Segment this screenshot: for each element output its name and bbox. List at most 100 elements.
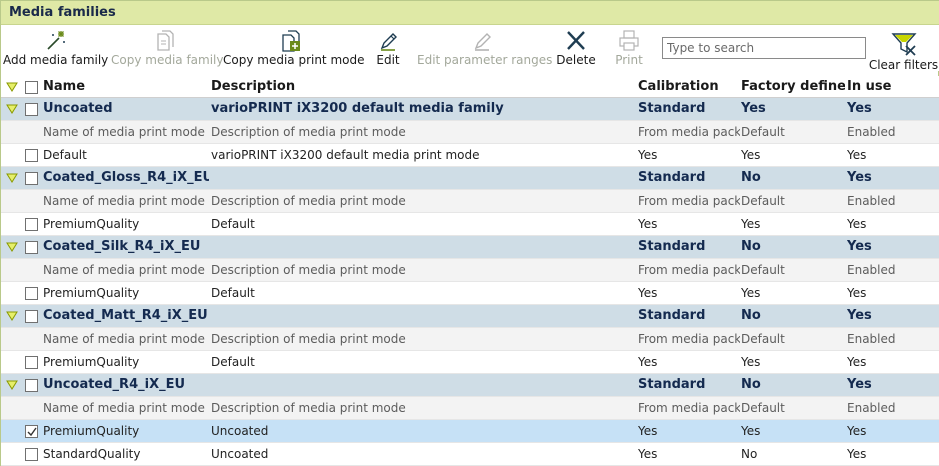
column-header-calibration[interactable]: Calibration xyxy=(638,76,740,98)
print-mode-row[interactable]: PremiumQuality Default Yes Yes Yes xyxy=(1,282,939,305)
family-name: Coated_Silk_R4_iX_EU xyxy=(43,239,201,254)
family-row[interactable]: Uncoated_R4_iX_EU Standard No Yes xyxy=(1,374,939,397)
mode-name: PremiumQuality xyxy=(43,286,140,300)
family-row[interactable]: Coated_Matt_R4_iX_EU Standard No Yes xyxy=(1,305,939,328)
column-header-in-use[interactable]: In use xyxy=(847,76,937,98)
row-checkbox[interactable] xyxy=(25,149,38,162)
row-checkbox[interactable] xyxy=(25,310,38,323)
mode-in-use: Yes xyxy=(847,217,867,231)
mode-description: Default xyxy=(211,355,255,369)
search-input[interactable] xyxy=(662,37,866,59)
print-mode-row[interactable]: StandardQuality Uncoated Yes No Yes xyxy=(1,443,939,466)
print-mode-row[interactable]: PremiumQuality Uncoated Yes Yes Yes xyxy=(1,420,939,443)
subheader-name: Name of media print mode xyxy=(43,401,205,415)
family-in-use: Yes xyxy=(847,239,872,254)
check-icon xyxy=(27,427,37,437)
family-factory-defined: No xyxy=(741,377,761,392)
print-mode-row[interactable]: Default varioPRINT iX3200 default media p… xyxy=(1,144,939,167)
row-checkbox[interactable] xyxy=(25,425,38,438)
subheader-row: Name of media print mode Description of m… xyxy=(1,121,939,144)
mode-factory-defined: Yes xyxy=(741,424,761,438)
family-factory-defined: No xyxy=(741,239,761,254)
mode-in-use: Yes xyxy=(847,286,867,300)
mode-calibration: Yes xyxy=(638,424,658,438)
family-calibration: Standard xyxy=(638,377,706,392)
row-checkbox[interactable] xyxy=(25,218,38,231)
edit-button[interactable]: Edit xyxy=(371,25,405,71)
clear-filters-label: Clear filters xyxy=(868,58,939,72)
subheader-row: Name of media print mode Description of m… xyxy=(1,328,939,351)
mode-factory-defined: Yes xyxy=(741,148,761,162)
family-calibration: Standard xyxy=(638,308,706,323)
family-in-use: Yes xyxy=(847,170,872,185)
mode-in-use: Yes xyxy=(847,447,867,461)
family-calibration: Standard xyxy=(638,239,706,254)
edit-parameter-ranges-label: Edit parameter ranges xyxy=(417,53,553,67)
subheader-row: Name of media print mode Description of m… xyxy=(1,259,939,282)
mode-factory-defined: Yes xyxy=(741,355,761,369)
filter-triangle-icon[interactable] xyxy=(6,172,18,184)
subheader-calibration: From media pack xyxy=(638,263,740,277)
row-checkbox[interactable] xyxy=(25,287,38,300)
mode-description: Uncoated xyxy=(211,424,269,438)
mode-in-use: Yes xyxy=(847,424,867,438)
subheader-in-use: Enabled xyxy=(847,263,896,277)
mode-calibration: Yes xyxy=(638,447,658,461)
subheader-calibration: From media pack xyxy=(638,125,740,139)
title-bar: Media families xyxy=(1,1,939,25)
sparkle-wand-icon xyxy=(47,31,65,50)
select-all-checkbox[interactable] xyxy=(25,81,38,94)
row-checkbox[interactable] xyxy=(25,356,38,369)
family-calibration: Standard xyxy=(638,101,706,116)
printer-icon xyxy=(619,30,639,51)
row-checkbox[interactable] xyxy=(25,172,38,185)
delete-label: Delete xyxy=(556,53,596,67)
row-checkbox[interactable] xyxy=(25,241,38,254)
row-checkbox[interactable] xyxy=(25,448,38,461)
pencil-icon xyxy=(380,33,397,51)
family-factory-defined: Yes xyxy=(741,101,766,116)
print-mode-row[interactable]: PremiumQuality Default Yes Yes Yes xyxy=(1,351,939,374)
mode-calibration: Yes xyxy=(638,217,658,231)
filter-triangle-icon[interactable] xyxy=(6,310,18,322)
mode-calibration: Yes xyxy=(638,148,658,162)
family-row[interactable]: Coated_Gloss_R4_iX_EU Standard No Yes xyxy=(1,167,939,190)
subheader-description: Description of media print mode xyxy=(211,194,406,208)
row-checkbox[interactable] xyxy=(25,103,38,116)
column-header-description[interactable]: Description xyxy=(211,76,636,98)
mode-in-use: Yes xyxy=(847,148,867,162)
print-mode-row[interactable]: PremiumQuality Default Yes Yes Yes xyxy=(1,213,939,236)
mode-factory-defined: No xyxy=(741,447,758,461)
family-row[interactable]: Uncoated varioPRINT iX3200 default media … xyxy=(1,98,939,121)
mode-calibration: Yes xyxy=(638,355,658,369)
subheader-calibration: From media pack xyxy=(638,332,740,346)
filter-triangle-icon[interactable] xyxy=(6,103,18,115)
family-name: Uncoated xyxy=(43,101,113,116)
family-description xyxy=(211,374,636,396)
family-in-use: Yes xyxy=(847,308,872,323)
subheader-name: Name of media print mode xyxy=(43,194,205,208)
clear-filters-button[interactable]: Clear filters xyxy=(867,27,939,72)
subheader-description: Description of media print mode xyxy=(211,401,406,415)
column-header-factory-defined[interactable]: Factory defined xyxy=(741,76,845,98)
column-header-name[interactable]: Name xyxy=(43,76,209,98)
family-description xyxy=(211,305,636,327)
row-checkbox[interactable] xyxy=(25,379,38,392)
add-media-family-button[interactable]: Add media family xyxy=(3,25,108,71)
copy-media-family-button[interactable]: Copy media family xyxy=(111,25,224,71)
family-row[interactable]: Coated_Silk_R4_iX_EU Standard No Yes xyxy=(1,236,939,259)
copy-media-print-mode-label: Copy media print mode xyxy=(223,53,365,67)
filter-triangle-icon[interactable] xyxy=(6,241,18,253)
filter-triangle-icon[interactable] xyxy=(6,81,18,93)
print-button[interactable]: Print xyxy=(611,25,647,71)
print-label: Print xyxy=(615,53,643,67)
filter-triangle-icon[interactable] xyxy=(6,379,18,391)
subheader-factory-defined: Default xyxy=(741,194,785,208)
family-calibration: Standard xyxy=(638,170,706,185)
delete-button[interactable]: Delete xyxy=(555,25,597,71)
copy-media-print-mode-button[interactable]: Copy media print mode xyxy=(223,25,365,71)
mode-name: PremiumQuality xyxy=(43,424,140,438)
edit-parameter-ranges-button[interactable]: Edit parameter ranges xyxy=(417,25,553,71)
edit-label: Edit xyxy=(376,53,400,67)
copy-media-family-label: Copy media family xyxy=(111,53,224,67)
